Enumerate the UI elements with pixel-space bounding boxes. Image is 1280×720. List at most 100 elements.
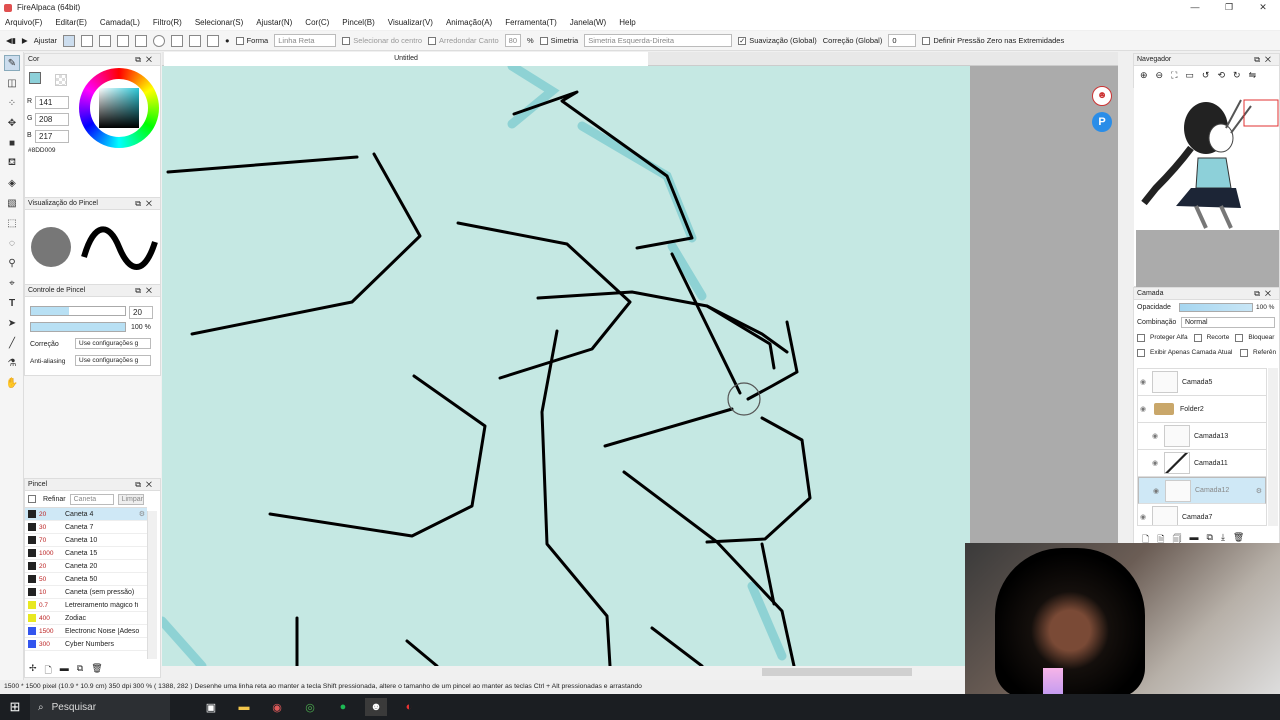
simetria-checkbox[interactable]: Simetria <box>539 36 578 45</box>
panel-controls-icon[interactable]: ⧉✕ <box>135 198 157 210</box>
layer-row[interactable]: ◉ Camada7 <box>1138 504 1266 525</box>
canto-value-input[interactable]: 80 <box>504 34 521 47</box>
forma-checkbox[interactable]: Forma <box>235 36 268 45</box>
folder-row[interactable]: ◉ Folder2 <box>1138 396 1266 423</box>
new-brush-icon[interactable]: 🗋 <box>45 663 52 679</box>
shape-tool-icon[interactable]: ◈ <box>5 176 19 190</box>
menu-filtro[interactable]: Filtro(R) <box>153 18 182 27</box>
exibir-checkbox[interactable] <box>1137 348 1145 357</box>
layer-gear-icon[interactable]: ⚙ <box>1256 487 1262 495</box>
gear-icon[interactable]: ⚙ <box>139 510 145 518</box>
visibility-icon[interactable]: ◉ <box>1138 405 1148 413</box>
visibility-icon[interactable]: ◉ <box>1138 378 1148 386</box>
linha-reta-select[interactable]: Linha Reta <box>274 34 337 47</box>
brush-item[interactable]: 20 Caneta 4 ⚙ <box>25 508 147 521</box>
zoom-out-icon[interactable]: ⊖ <box>1156 70 1164 81</box>
menu-editar[interactable]: Editar(E) <box>55 18 87 27</box>
size-slider[interactable] <box>30 306 126 316</box>
size-input[interactable]: 20 <box>129 306 153 319</box>
menu-animacao[interactable]: Animação(A) <box>446 18 492 27</box>
rotate-reset-icon[interactable]: ⟲ <box>1217 70 1225 81</box>
windows-start-icon[interactable]: ⊞ <box>0 694 30 720</box>
panel-controls-icon[interactable]: ⧉✕ <box>135 54 157 66</box>
bucket-tool-icon[interactable]: ⛾ <box>5 156 19 170</box>
layer-row-selected[interactable]: ◉ Camada12 ⚙ <box>1138 477 1266 504</box>
limpar-button[interactable]: Limpar <box>117 493 144 505</box>
menu-help[interactable]: Help <box>619 18 635 27</box>
shape-circle-icon[interactable] <box>153 34 166 47</box>
duplicate-icon[interactable]: ⧉ <box>77 663 83 679</box>
layer-opacity-slider[interactable] <box>1179 303 1253 312</box>
layer-row[interactable]: ◉ Camada11 <box>1138 450 1266 477</box>
brush-item[interactable]: 50 Caneta 50 <box>25 573 147 586</box>
menu-ferramenta[interactable]: Ferramenta(T) <box>505 18 557 27</box>
panel-controls-icon[interactable]: ⧉✕ <box>1254 288 1276 300</box>
flip-icon[interactable]: ⇋ <box>1249 70 1257 81</box>
suavizacao-checkbox[interactable]: ✓ Suavização (Global) <box>738 36 817 45</box>
menu-selecionar[interactable]: Selecionar(S) <box>195 18 243 27</box>
layer-row[interactable]: ◉ Camada5 <box>1138 369 1266 396</box>
pen-tool-icon[interactable]: ✎ <box>4 55 20 71</box>
menu-visualizar[interactable]: Visualizar(V) <box>388 18 433 27</box>
correcao-global-select[interactable]: 0 <box>888 34 917 47</box>
spotify-icon[interactable]: ● <box>332 698 354 716</box>
folder-icon[interactable]: ▬ <box>60 663 69 679</box>
maximize-button[interactable]: ❐ <box>1212 0 1246 15</box>
obs-icon[interactable]: ◐ <box>398 698 420 716</box>
shape-split-icon[interactable] <box>207 34 220 47</box>
brush-item[interactable]: 1000 Caneta 15 <box>25 547 147 560</box>
arredondar-checkbox[interactable]: Arredondar Canto <box>428 36 499 45</box>
panel-controls-icon[interactable]: ⧉✕ <box>135 479 157 491</box>
taskview-icon[interactable]: ▣ <box>200 698 222 716</box>
shape-curve-icon[interactable] <box>171 34 184 47</box>
patreon-icon[interactable]: P <box>1092 112 1112 132</box>
menu-janela[interactable]: Janela(W) <box>570 18 606 27</box>
lasso-tool-icon[interactable]: ◌ <box>5 236 19 250</box>
shape-rect-icon[interactable] <box>63 34 76 47</box>
refinar-checkbox[interactable] <box>28 495 36 503</box>
brush-item[interactable]: 30 Caneta 7 <box>25 521 147 534</box>
opacity-slider[interactable] <box>30 322 126 332</box>
canvas-scrollbar[interactable] <box>162 666 970 678</box>
select-pen-tool-icon[interactable]: ⌖ <box>5 276 19 290</box>
selecionar-centro-checkbox[interactable]: Selecionar do centro <box>342 36 422 45</box>
proteger-checkbox[interactable] <box>1137 333 1145 342</box>
r-input[interactable]: 141 <box>35 96 69 109</box>
shape-lines-icon[interactable] <box>117 34 130 47</box>
panel-controls-icon[interactable]: ⧉✕ <box>1254 54 1276 66</box>
divide-tool-icon[interactable]: ╱ <box>5 336 19 350</box>
primary-color-swatch[interactable] <box>29 72 41 84</box>
g-input[interactable]: 208 <box>35 113 69 126</box>
canvas-tab[interactable]: Untitled <box>164 52 648 66</box>
navigator-preview[interactable] <box>1122 88 1279 288</box>
shape-grid2-icon[interactable] <box>189 34 202 47</box>
dot-tool-icon[interactable]: ⁘ <box>5 96 19 110</box>
brush-item[interactable]: 400 Zodiac <box>25 612 147 625</box>
brush-add-icon[interactable]: ✢ <box>29 663 37 679</box>
combinacao-select[interactable]: Normal <box>1181 317 1275 328</box>
color-wheel[interactable] <box>79 68 159 148</box>
actual-size-icon[interactable]: ▭ <box>1185 70 1194 81</box>
bloquear-checkbox[interactable] <box>1235 333 1244 342</box>
operation-tool-icon[interactable]: ➤ <box>5 316 19 330</box>
zoom-in-icon[interactable]: ⊕ <box>1140 70 1148 81</box>
brush-item[interactable]: 70 Caneta 10 <box>25 534 147 547</box>
brush-list-scrollbar[interactable] <box>147 511 157 659</box>
menu-arquivo[interactable]: Arquivo(F) <box>5 18 42 27</box>
brush-item[interactable]: 0.7 Letreiramento mágico fi <box>25 599 147 612</box>
move-tool-icon[interactable]: ✥ <box>5 116 19 130</box>
file-explorer-icon[interactable]: ▬ <box>233 698 255 716</box>
minimize-button[interactable]: — <box>1178 0 1212 15</box>
rotate-right-icon[interactable]: ↻ <box>1233 70 1241 81</box>
menu-camada[interactable]: Camada(L) <box>100 18 140 27</box>
sticker-icon[interactable]: ☻ <box>1092 86 1112 106</box>
text-tool-icon[interactable]: T <box>5 296 19 310</box>
panel-controls-icon[interactable]: ⧉✕ <box>135 285 157 297</box>
taskbar-search[interactable]: ⌕ Pesquisar <box>30 694 170 720</box>
anti-select[interactable]: Use configurações g <box>75 355 151 366</box>
close-button[interactable]: ✕ <box>1246 0 1280 15</box>
drawing-canvas[interactable] <box>162 66 970 666</box>
menu-pincel[interactable]: Pincel(B) <box>342 18 374 27</box>
fill-rect-tool-icon[interactable]: ■ <box>5 136 19 150</box>
correcao-select[interactable]: Use configurações g <box>75 338 151 349</box>
